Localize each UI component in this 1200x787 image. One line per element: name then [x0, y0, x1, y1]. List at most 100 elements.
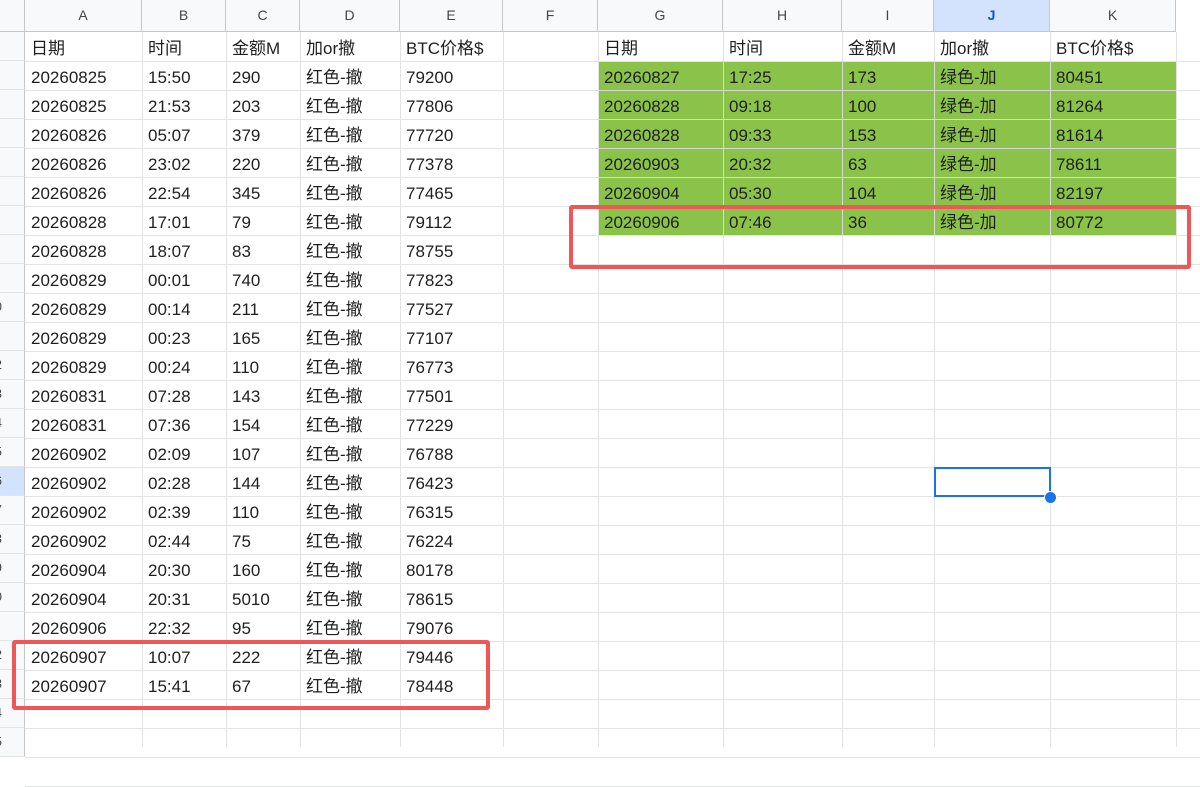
right-table-data-cell[interactable]: 05:30 — [723, 179, 842, 208]
left-table-data-cell[interactable]: 00:01 — [142, 266, 226, 295]
column-header-b[interactable]: B — [142, 0, 226, 32]
left-table-data-cell[interactable]: 红色-撤 — [300, 237, 400, 266]
row-header[interactable]: 4 — [0, 409, 25, 438]
right-table-header-cell[interactable]: 日期 — [598, 34, 723, 63]
left-table-data-cell[interactable]: 22:54 — [142, 179, 226, 208]
column-header-d[interactable]: D — [300, 0, 400, 32]
left-table-data-cell[interactable]: 20260829 — [25, 266, 142, 295]
spreadsheet-grid[interactable]: ABCDEFGHIJK02345673902345日期时间金额M加or撤BTC价… — [0, 0, 1200, 787]
left-table-data-cell[interactable]: 红色-撤 — [300, 266, 400, 295]
left-table-data-cell[interactable]: 76773 — [400, 353, 503, 382]
left-table-data-cell[interactable]: 78755 — [400, 237, 503, 266]
left-table-data-cell[interactable]: 75 — [226, 527, 300, 556]
left-table-header-cell[interactable]: 加or撤 — [300, 34, 400, 63]
left-table-data-cell[interactable]: 20260906 — [25, 614, 142, 643]
right-table-data-cell[interactable]: 20260904 — [598, 179, 723, 208]
left-table-data-cell[interactable]: 154 — [226, 411, 300, 440]
left-table-header-cell[interactable]: 日期 — [25, 34, 142, 63]
left-table-data-cell[interactable]: 20260826 — [25, 179, 142, 208]
left-table-data-cell[interactable]: 20260828 — [25, 237, 142, 266]
right-table-data-cell[interactable]: 63 — [842, 150, 934, 179]
left-table-data-cell[interactable]: 红色-撤 — [300, 324, 400, 353]
left-table-data-cell[interactable]: 110 — [226, 498, 300, 527]
right-table-data-cell[interactable]: 81614 — [1050, 121, 1176, 150]
left-table-data-cell[interactable]: 144 — [226, 469, 300, 498]
left-table-data-cell[interactable]: 77806 — [400, 92, 503, 121]
right-table-data-cell[interactable]: 104 — [842, 179, 934, 208]
right-table-data-cell[interactable]: 09:18 — [723, 92, 842, 121]
left-table-data-cell[interactable]: 05:07 — [142, 121, 226, 150]
left-table-data-cell[interactable]: 77501 — [400, 382, 503, 411]
row-header[interactable] — [0, 612, 25, 641]
left-table-data-cell[interactable]: 红色-撤 — [300, 469, 400, 498]
left-table-data-cell[interactable]: 20260904 — [25, 585, 142, 614]
left-table-data-cell[interactable]: 20260902 — [25, 440, 142, 469]
row-header[interactable] — [0, 148, 25, 177]
left-table-data-cell[interactable]: 211 — [226, 295, 300, 324]
left-table-data-cell[interactable]: 红色-撤 — [300, 92, 400, 121]
left-table-data-cell[interactable]: 红色-撤 — [300, 614, 400, 643]
row-header[interactable] — [0, 119, 25, 148]
column-header-a[interactable]: A — [25, 0, 142, 32]
left-table-data-cell[interactable]: 00:23 — [142, 324, 226, 353]
left-table-data-cell[interactable]: 23:02 — [142, 150, 226, 179]
left-table-data-cell[interactable]: 红色-撤 — [300, 208, 400, 237]
right-table-header-cell[interactable]: 时间 — [723, 34, 842, 63]
left-table-data-cell[interactable]: 77823 — [400, 266, 503, 295]
right-table-data-cell[interactable]: 20260828 — [598, 121, 723, 150]
row-header[interactable]: 3 — [0, 380, 25, 409]
row-header[interactable] — [0, 235, 25, 264]
left-table-data-cell[interactable]: 77378 — [400, 150, 503, 179]
left-table-data-cell[interactable]: 78615 — [400, 585, 503, 614]
column-header-i[interactable]: I — [842, 0, 934, 32]
column-header-c[interactable]: C — [226, 0, 300, 32]
row-header[interactable]: 7 — [0, 496, 25, 525]
row-header[interactable]: 5 — [0, 438, 25, 467]
row-header[interactable] — [0, 32, 25, 61]
left-table-data-cell[interactable]: 20260831 — [25, 411, 142, 440]
left-table-data-cell[interactable]: 红色-撤 — [300, 527, 400, 556]
left-table-data-cell[interactable]: 77229 — [400, 411, 503, 440]
left-table-data-cell[interactable]: 160 — [226, 556, 300, 585]
row-header[interactable] — [0, 61, 25, 90]
left-table-data-cell[interactable]: 20260904 — [25, 556, 142, 585]
left-table-data-cell[interactable]: 02:09 — [142, 440, 226, 469]
left-table-data-cell[interactable]: 740 — [226, 266, 300, 295]
left-table-data-cell[interactable]: 83 — [226, 237, 300, 266]
right-table-data-cell[interactable]: 17:25 — [723, 63, 842, 92]
left-table-data-cell[interactable]: 20260831 — [25, 382, 142, 411]
left-table-data-cell[interactable]: 20:30 — [142, 556, 226, 585]
left-table-data-cell[interactable]: 07:36 — [142, 411, 226, 440]
left-table-data-cell[interactable]: 5010 — [226, 585, 300, 614]
left-table-header-cell[interactable]: 时间 — [142, 34, 226, 63]
right-table-data-cell[interactable]: 80451 — [1050, 63, 1176, 92]
right-table-data-cell[interactable]: 100 — [842, 92, 934, 121]
left-table-data-cell[interactable]: 20260825 — [25, 63, 142, 92]
left-table-data-cell[interactable]: 107 — [226, 440, 300, 469]
left-table-data-cell[interactable]: 220 — [226, 150, 300, 179]
row-header[interactable] — [0, 177, 25, 206]
left-table-data-cell[interactable]: 20260829 — [25, 324, 142, 353]
left-table-data-cell[interactable]: 110 — [226, 353, 300, 382]
left-table-data-cell[interactable]: 77465 — [400, 179, 503, 208]
left-table-data-cell[interactable]: 379 — [226, 121, 300, 150]
right-table-data-cell[interactable]: 09:33 — [723, 121, 842, 150]
left-table-data-cell[interactable]: 00:14 — [142, 295, 226, 324]
left-table-data-cell[interactable]: 20260826 — [25, 121, 142, 150]
selected-cell-j16[interactable] — [934, 467, 1051, 497]
right-table-data-cell[interactable]: 20260827 — [598, 63, 723, 92]
left-table-data-cell[interactable]: 77107 — [400, 324, 503, 353]
left-table-data-cell[interactable]: 76423 — [400, 469, 503, 498]
left-table-data-cell[interactable]: 02:39 — [142, 498, 226, 527]
left-table-data-cell[interactable]: 79200 — [400, 63, 503, 92]
left-table-data-cell[interactable]: 95 — [226, 614, 300, 643]
left-table-data-cell[interactable]: 20260829 — [25, 353, 142, 382]
left-table-data-cell[interactable]: 17:01 — [142, 208, 226, 237]
left-table-data-cell[interactable]: 20260829 — [25, 295, 142, 324]
row-header[interactable] — [0, 206, 25, 235]
fill-handle[interactable] — [1044, 491, 1057, 504]
left-table-data-cell[interactable]: 77720 — [400, 121, 503, 150]
right-table-data-cell[interactable]: 20260828 — [598, 92, 723, 121]
left-table-data-cell[interactable]: 红色-撤 — [300, 121, 400, 150]
right-table-data-cell[interactable]: 78611 — [1050, 150, 1176, 179]
